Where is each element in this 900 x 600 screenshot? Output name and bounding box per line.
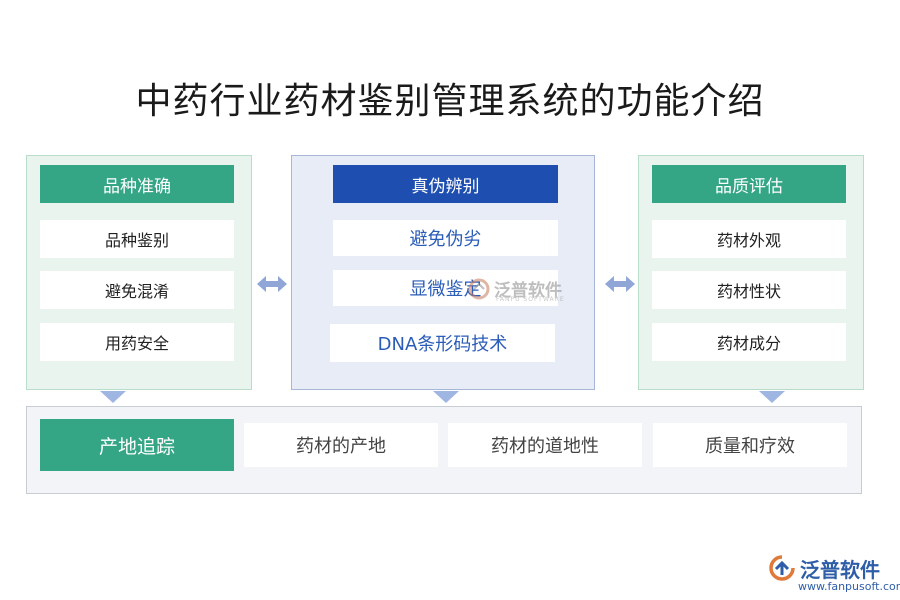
logo-icon xyxy=(769,555,795,581)
watermark: 泛普软件 FANPU SOFTWARE xyxy=(468,276,565,303)
logo-text: 泛普软件 xyxy=(800,558,880,582)
page-title: 中药行业药材鉴别管理系统的功能介绍 xyxy=(135,81,765,122)
left-item-1: 品种鉴别 xyxy=(40,220,234,258)
left-panel-header: 品种准确 xyxy=(40,165,234,203)
double-arrow-left-icon xyxy=(257,276,287,292)
middle-panel-header: 真伪辨别 xyxy=(333,165,558,203)
down-arrow-left-icon xyxy=(100,391,126,403)
bottom-item-3: 质量和疗效 xyxy=(653,423,847,467)
right-item-3: 药材成分 xyxy=(652,323,846,361)
bottom-item-2: 药材的道地性 xyxy=(448,423,642,467)
left-item-2: 避免混淆 xyxy=(40,271,234,309)
watermark-logo-icon xyxy=(468,278,490,299)
right-panel-header: 品质评估 xyxy=(652,165,846,203)
left-item-3: 用药安全 xyxy=(40,323,234,361)
middle-item-3: DNA条形码技术 xyxy=(330,324,555,362)
company-logo: 泛普软件 www.fanpusoft.com xyxy=(768,552,900,596)
double-arrow-right-icon xyxy=(605,276,635,292)
down-arrow-right-icon xyxy=(759,391,785,403)
logo-url: www.fanpusoft.com xyxy=(798,580,900,593)
watermark-subtext: FANPU SOFTWARE xyxy=(496,296,565,303)
right-item-1: 药材外观 xyxy=(652,220,846,258)
bottom-item-1: 药材的产地 xyxy=(244,423,438,467)
down-arrow-middle-icon xyxy=(433,391,459,403)
middle-item-1: 避免伪劣 xyxy=(333,220,558,256)
bottom-panel-header: 产地追踪 xyxy=(40,419,234,471)
right-item-2: 药材性状 xyxy=(652,271,846,309)
